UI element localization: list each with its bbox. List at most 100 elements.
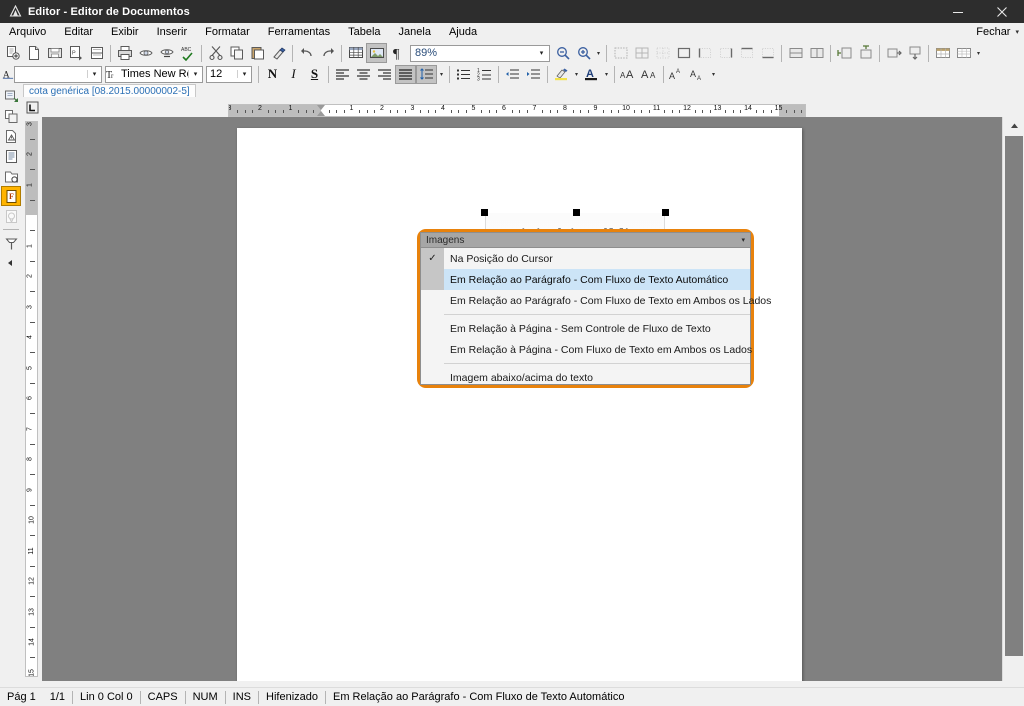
dropdown-header[interactable]: Imagens ▾ [421, 233, 750, 248]
autoformat-table-button[interactable] [953, 43, 974, 63]
selection-handle-top-center[interactable] [573, 209, 580, 216]
stamp-tool-icon[interactable] [1, 233, 21, 253]
insert-column-button[interactable] [855, 43, 876, 63]
export-pdf-button[interactable]: P [65, 43, 86, 63]
zoom-combo[interactable]: 89% ▾ [410, 44, 550, 62]
paste-button[interactable] [247, 43, 268, 63]
print-preview-button[interactable] [135, 43, 156, 63]
align-left-button[interactable] [332, 65, 353, 84]
vertical-scrollbar[interactable] [1002, 117, 1024, 681]
font-size-value[interactable]: 12 [207, 68, 237, 80]
underline-button[interactable]: S [304, 65, 325, 84]
dropdown-item[interactable]: Em Relação à Página - Com Fluxo de Texto… [421, 339, 752, 360]
status-insert-mode[interactable]: INS [226, 690, 258, 705]
selection-handle-top-right[interactable] [662, 209, 669, 216]
align-center-button[interactable] [353, 65, 374, 84]
subscript-button[interactable]: A A [688, 65, 709, 84]
table-bottom-border-button[interactable] [757, 43, 778, 63]
chevron-down-icon[interactable]: ▾ [594, 50, 603, 57]
status-hyphenation[interactable]: Hifenizado [259, 690, 325, 705]
table-box-border-button[interactable] [673, 43, 694, 63]
decrease-font-button[interactable]: A A [639, 65, 660, 84]
undo-button[interactable] [296, 43, 317, 63]
merge-cells-button[interactable] [785, 43, 806, 63]
italic-button[interactable]: I [283, 65, 304, 84]
menu-editar[interactable]: Editar [55, 25, 102, 39]
seal-stamp-icon[interactable] [1, 206, 21, 226]
document-canvas[interactable]: Ministério Público [42, 117, 1002, 681]
chevron-down-icon[interactable]: ▾ [87, 70, 101, 78]
dropdown-item[interactable]: Em Relação ao Parágrafo - Com Fluxo de T… [421, 269, 750, 290]
spellcheck-button[interactable]: ABC [177, 43, 198, 63]
status-caps[interactable]: CAPS [141, 690, 185, 705]
insert-table-button[interactable] [345, 43, 366, 63]
insert-field-icon[interactable] [1, 86, 21, 106]
table-right-border-button[interactable] [715, 43, 736, 63]
dropdown-item[interactable]: ✓ Na Posição do Cursor [421, 248, 750, 269]
first-line-indent-marker[interactable] [317, 111, 325, 116]
selection-handle-top-left[interactable] [481, 209, 488, 216]
copy-stack-icon[interactable] [1, 106, 21, 126]
menu-inserir[interactable]: Inserir [148, 25, 197, 39]
menu-exibir[interactable]: Exibir [102, 25, 148, 39]
table-left-border-button[interactable] [694, 43, 715, 63]
menu-janela[interactable]: Janela [390, 25, 440, 39]
redo-button[interactable] [317, 43, 338, 63]
chevron-down-icon[interactable]: ▾ [437, 71, 446, 78]
chevron-down-icon[interactable]: ▾ [572, 71, 581, 78]
save-document-button[interactable] [44, 43, 65, 63]
chevron-down-icon[interactable]: ▾ [709, 71, 718, 78]
menu-ferramentas[interactable]: Ferramentas [259, 25, 339, 39]
clone-formatting-button[interactable] [268, 43, 289, 63]
font-color-button[interactable]: A [581, 65, 602, 84]
warning-doc-icon[interactable] [1, 126, 21, 146]
increase-indent-button[interactable] [523, 65, 544, 84]
dropdown-item[interactable]: Em Relação ao Parágrafo - Com Fluxo de T… [421, 290, 771, 311]
minimize-button[interactable] [936, 0, 980, 23]
scrollbar-thumb[interactable] [1005, 136, 1023, 656]
bold-button[interactable]: N [262, 65, 283, 84]
page-preview-button[interactable] [86, 43, 107, 63]
insert-image-button[interactable] [366, 43, 387, 63]
zoom-in-button[interactable] [573, 43, 594, 63]
horizontal-ruler[interactable]: 321123456789101112131415 [228, 104, 806, 117]
font-name-value[interactable]: Times New Roman [118, 68, 188, 80]
chevron-down-icon[interactable]: ▾ [974, 50, 983, 57]
chevron-down-icon[interactable]: ▾ [602, 71, 611, 78]
dropdown-item[interactable]: Em Relação à Página - Sem Controle de Fl… [421, 318, 750, 339]
chevron-down-icon[interactable]: ▾ [534, 49, 549, 57]
delete-column-button[interactable] [904, 43, 925, 63]
print-button[interactable] [114, 43, 135, 63]
print-direct-button[interactable] [156, 43, 177, 63]
menu-tabela[interactable]: Tabela [339, 25, 389, 39]
copy-button[interactable] [226, 43, 247, 63]
insert-row-button[interactable] [834, 43, 855, 63]
dropdown-item[interactable]: Imagem abaixo/acima do texto [421, 367, 750, 388]
chevron-down-icon[interactable]: ▾ [237, 70, 251, 78]
increase-font-button[interactable]: A A [618, 65, 639, 84]
left-indent-marker[interactable] [317, 105, 325, 110]
table-all-borders-button[interactable] [631, 43, 652, 63]
menu-arquivo[interactable]: Arquivo [0, 25, 55, 39]
zoom-value[interactable]: 89% [411, 47, 534, 59]
zoom-out-button[interactable] [552, 43, 573, 63]
document-list-icon[interactable] [1, 146, 21, 166]
cut-button[interactable] [205, 43, 226, 63]
table-no-borders-button[interactable] [652, 43, 673, 63]
bullet-list-button[interactable] [453, 65, 474, 84]
table-borders-button[interactable] [610, 43, 631, 63]
decrease-indent-button[interactable] [502, 65, 523, 84]
scroll-up-button[interactable] [1003, 117, 1024, 134]
open-document-button[interactable] [23, 43, 44, 63]
menu-formatar[interactable]: Formatar [196, 25, 259, 39]
pdf-flag-icon[interactable]: F [1, 186, 21, 206]
table-top-border-button[interactable] [736, 43, 757, 63]
highlight-color-button[interactable] [551, 65, 572, 84]
overflow-icon[interactable] [1, 253, 21, 273]
document-tab[interactable]: cota genérica [08.2015.00000002-5] [23, 84, 196, 97]
close-button[interactable] [980, 0, 1024, 23]
menu-close-document[interactable]: Fechar ▾ [976, 26, 1024, 38]
paragraph-style-combo[interactable]: ▾ [14, 65, 102, 83]
formatting-marks-button[interactable]: ¶ [387, 43, 408, 63]
table-properties-button[interactable] [932, 43, 953, 63]
